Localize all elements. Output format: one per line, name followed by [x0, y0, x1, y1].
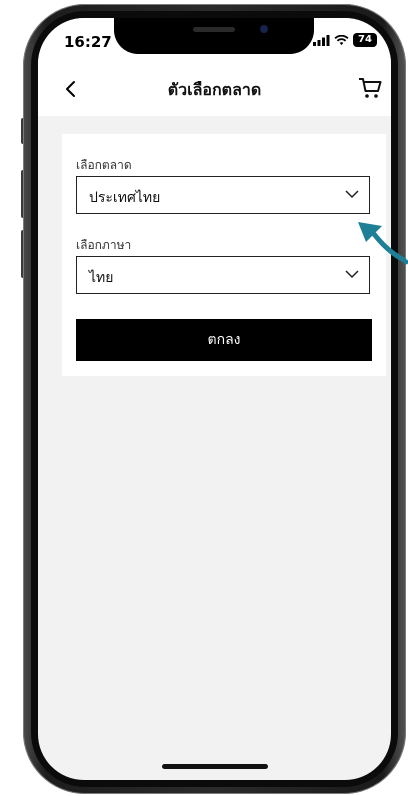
market-options-card: เลือกตลาด ประเทศไทย เลือกภาษา ไทย ตกลง [62, 134, 386, 376]
cart-icon [359, 78, 382, 98]
language-label: เลือกภาษา [76, 238, 132, 252]
status-bar: 16:27 74 [38, 18, 391, 62]
language-select[interactable]: ไทย [76, 256, 370, 294]
language-select-value: ไทย [89, 270, 114, 286]
confirm-button[interactable]: ตกลง [76, 319, 372, 361]
chevron-down-icon [345, 190, 359, 199]
market-select-value: ประเทศไทย [89, 190, 161, 206]
front-camera [260, 25, 268, 33]
wifi-icon [334, 34, 349, 45]
speaker-grille [193, 27, 235, 32]
cart-button[interactable] [357, 76, 383, 100]
market-label: เลือกตลาด [76, 158, 132, 172]
status-time-text: 16:27 [64, 33, 112, 51]
market-select[interactable]: ประเทศไทย [76, 176, 370, 214]
notch [114, 18, 314, 54]
status-icons: 74 [313, 33, 377, 47]
pointer-arrow-icon [358, 222, 408, 265]
battery-icon: 74 [353, 33, 377, 47]
stage: 16:27 74 ตัวเลือกตลาด เลือกตลาด ประเทศไท… [0, 0, 408, 796]
nav-bar: ตัวเลือกตลาด [38, 62, 391, 116]
signal-icon [313, 34, 330, 46]
phone-screen: 16:27 74 ตัวเลือกตลาด เลือกตลาด ประเทศไท… [38, 18, 391, 780]
page-title: ตัวเลือกตลาด [167, 80, 262, 99]
home-indicator [162, 764, 268, 769]
